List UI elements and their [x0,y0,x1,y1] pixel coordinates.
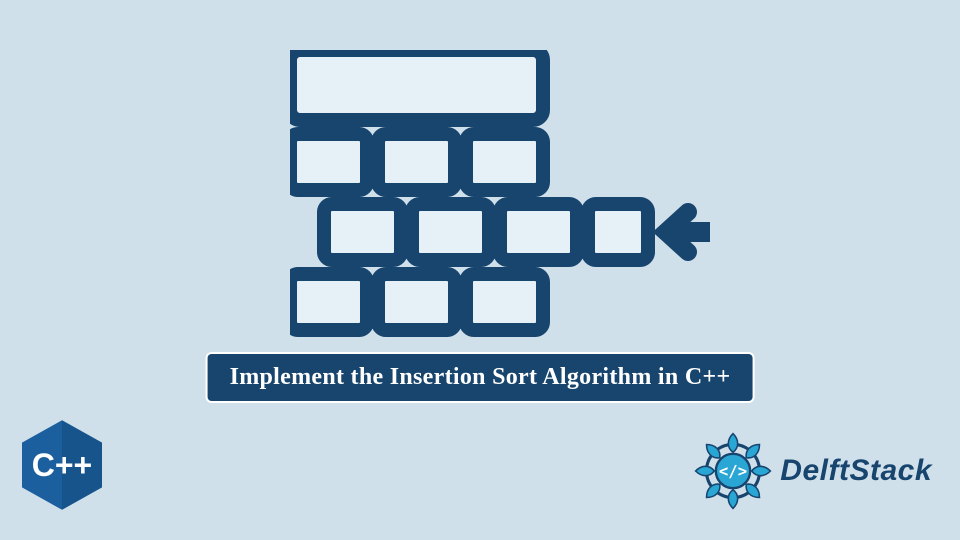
brand-lockup: </> DelftStack [694,432,932,510]
page-title: Implement the Insertion Sort Algorithm i… [206,352,755,403]
hero-illustration [260,50,700,360]
cpp-language-badge: C++ [22,420,102,510]
brand-logo-icon: </> [694,432,772,510]
table-insert-icon [290,50,710,370]
brand-name: DelftStack [780,454,932,488]
brand-logo-glyph: </> [719,462,747,480]
arrow-left-icon-stroke [666,212,710,252]
cpp-badge-label: C++ [32,447,92,483]
